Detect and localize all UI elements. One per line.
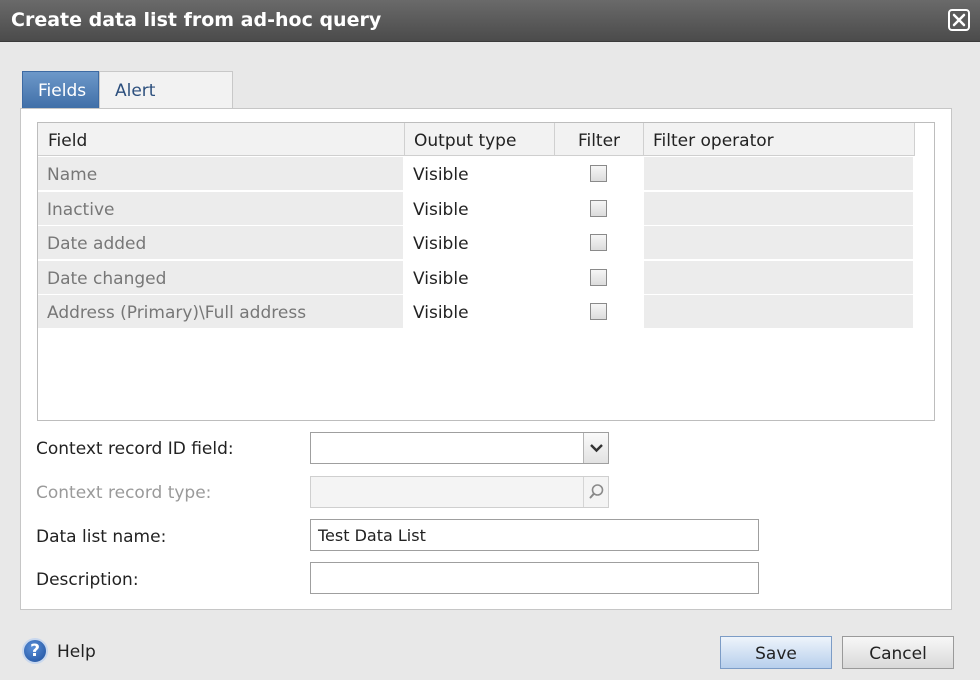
field-cell: Name bbox=[38, 157, 405, 191]
dialog-body: Fields Alert options Field Output type F… bbox=[0, 42, 980, 680]
help-label: Help bbox=[57, 642, 96, 662]
close-icon bbox=[952, 13, 966, 27]
data-list-name-label: Data list name: bbox=[36, 527, 167, 547]
filter-cell bbox=[555, 261, 644, 295]
data-list-name-value: Test Data List bbox=[318, 526, 426, 545]
filter-checkbox[interactable] bbox=[590, 165, 607, 182]
field-cell: Date changed bbox=[38, 261, 405, 295]
output-type-cell[interactable]: Visible bbox=[405, 295, 555, 329]
field-cell: Inactive bbox=[38, 192, 405, 226]
filter-operator-cell[interactable] bbox=[644, 157, 915, 191]
close-button[interactable] bbox=[948, 9, 970, 31]
dropdown-button[interactable] bbox=[583, 433, 608, 463]
description-label: Description: bbox=[36, 570, 139, 590]
search-icon bbox=[589, 484, 604, 499]
tab-alert-options[interactable]: Alert options bbox=[99, 71, 233, 139]
field-cell: Address (Primary)\Full address bbox=[38, 295, 405, 329]
filter-cell bbox=[555, 295, 644, 329]
data-list-name-input[interactable]: Test Data List bbox=[310, 519, 759, 551]
column-header-filter-operator[interactable]: Filter operator bbox=[644, 123, 915, 156]
filter-operator-cell[interactable] bbox=[644, 192, 915, 226]
dialog-title: Create data list from ad-hoc query bbox=[11, 9, 382, 31]
output-type-cell[interactable]: Visible bbox=[405, 157, 555, 191]
grid-header: Field Output type Filter Filter operator bbox=[38, 123, 915, 156]
filter-cell bbox=[555, 157, 644, 191]
filter-cell bbox=[555, 192, 644, 226]
filter-checkbox[interactable] bbox=[590, 269, 607, 286]
field-cell: Date added bbox=[38, 226, 405, 260]
table-row[interactable]: Date changed Visible bbox=[38, 261, 915, 295]
column-header-field[interactable]: Field bbox=[38, 123, 405, 156]
chevron-down-icon bbox=[590, 444, 603, 453]
output-type-cell[interactable]: Visible bbox=[405, 226, 555, 260]
table-row[interactable]: Inactive Visible bbox=[38, 192, 915, 226]
dialog-titlebar: Create data list from ad-hoc query bbox=[0, 0, 980, 42]
fields-grid: Field Output type Filter Filter operator… bbox=[37, 122, 935, 421]
output-type-cell[interactable]: Visible bbox=[405, 192, 555, 226]
context-record-type-label: Context record type: bbox=[36, 483, 212, 503]
save-button[interactable]: Save bbox=[720, 636, 832, 669]
table-row[interactable]: Date added Visible bbox=[38, 226, 915, 260]
context-record-type-field bbox=[310, 476, 609, 508]
filter-operator-cell[interactable] bbox=[644, 261, 915, 295]
tab-fields[interactable]: Fields bbox=[22, 71, 99, 109]
filter-checkbox[interactable] bbox=[590, 303, 607, 320]
table-row[interactable]: Name Visible bbox=[38, 157, 915, 191]
help-icon: ? bbox=[22, 638, 48, 664]
filter-cell bbox=[555, 226, 644, 260]
column-header-output-type[interactable]: Output type bbox=[405, 123, 555, 156]
filter-checkbox[interactable] bbox=[590, 234, 607, 251]
filter-operator-cell[interactable] bbox=[644, 295, 915, 329]
search-button bbox=[583, 477, 608, 507]
output-type-cell[interactable]: Visible bbox=[405, 261, 555, 295]
filter-operator-cell[interactable] bbox=[644, 226, 915, 260]
cancel-button[interactable]: Cancel bbox=[842, 636, 954, 669]
context-record-id-select[interactable] bbox=[310, 432, 609, 464]
column-header-filter[interactable]: Filter bbox=[555, 123, 644, 156]
context-record-id-label: Context record ID field: bbox=[36, 439, 234, 459]
table-row[interactable]: Address (Primary)\Full address Visible bbox=[38, 295, 915, 329]
description-input[interactable] bbox=[310, 562, 759, 594]
filter-checkbox[interactable] bbox=[590, 200, 607, 217]
